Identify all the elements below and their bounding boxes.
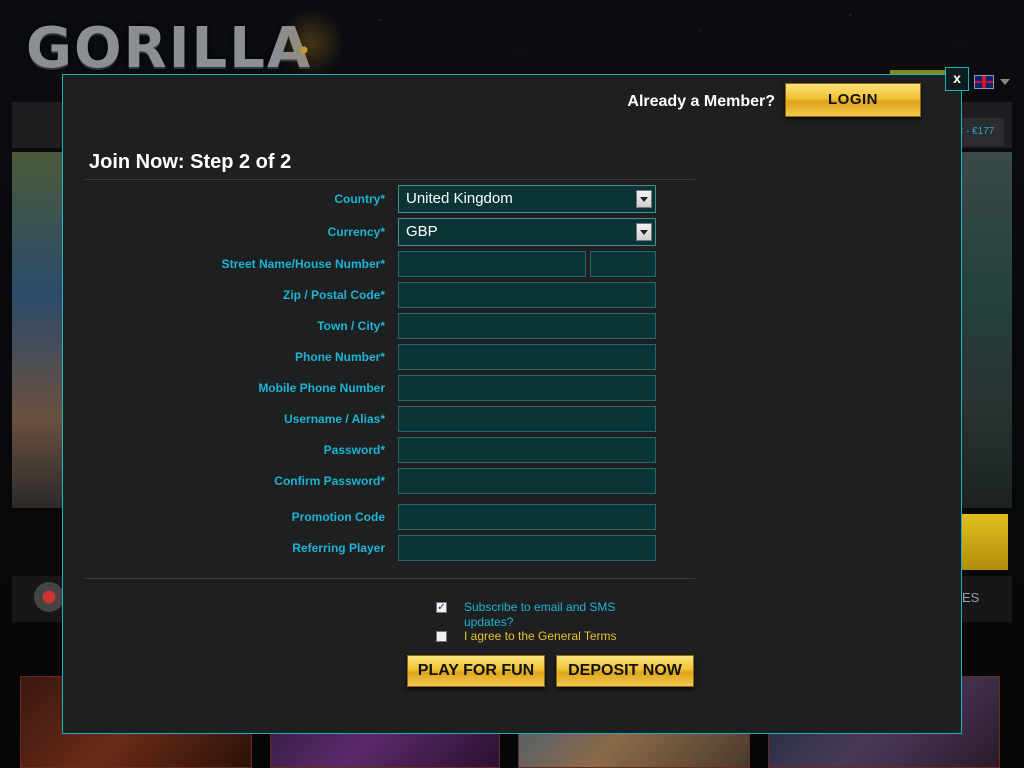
nav-category-label[interactable]: ES	[962, 590, 979, 605]
close-button[interactable]: x	[945, 67, 969, 91]
zip-input[interactable]	[398, 282, 656, 308]
deposit-now-button[interactable]: DEPOSIT NOW	[556, 655, 694, 687]
referring-player-input[interactable]	[398, 535, 656, 561]
currency-label: Currency*	[327, 225, 385, 239]
town-label: Town / City*	[317, 319, 385, 333]
promo-banner-right	[960, 152, 1012, 508]
divider	[85, 578, 695, 579]
logo-swirl-icon	[276, 8, 346, 78]
phone-label: Phone Number*	[294, 350, 385, 364]
town-input[interactable]	[398, 313, 656, 339]
username-input[interactable]	[398, 406, 656, 432]
zip-label: Zip / Postal Code*	[282, 288, 385, 302]
chevron-down-icon[interactable]	[636, 223, 652, 241]
uk-flag-icon	[974, 75, 994, 89]
slots-category-icon[interactable]	[34, 582, 64, 612]
registration-modal: Already a Member? LOGIN Join Now: Step 2…	[62, 74, 962, 734]
password-label: Password*	[323, 443, 385, 457]
phone-input[interactable]	[398, 344, 656, 370]
divider	[85, 179, 695, 180]
country-label: Country*	[334, 192, 385, 206]
username-label: Username / Alias*	[284, 412, 385, 426]
referring-label: Referring Player	[292, 541, 385, 555]
login-button[interactable]: LOGIN	[785, 83, 921, 117]
close-icon: x	[953, 70, 961, 86]
terms-checkbox[interactable]	[436, 631, 447, 642]
mobile-label: Mobile Phone Number	[258, 381, 385, 395]
promo-banner-left	[12, 152, 64, 508]
chevron-down-icon	[1000, 79, 1010, 85]
country-selected-value: United Kingdom	[406, 190, 513, 207]
street-name-input[interactable]	[398, 251, 586, 277]
subscribe-label[interactable]: Subscribe to email and SMS updates?	[464, 600, 634, 630]
promotion-label: Promotion Code	[291, 510, 385, 524]
already-member-label: Already a Member?	[627, 93, 775, 110]
currency-selected-value: GBP	[406, 223, 438, 240]
house-number-input[interactable]	[590, 251, 656, 277]
country-select[interactable]: United Kingdom	[398, 185, 656, 213]
mobile-input[interactable]	[398, 375, 656, 401]
password-input[interactable]	[398, 437, 656, 463]
promo-button-right[interactable]	[960, 514, 1008, 570]
currency-select[interactable]: GBP	[398, 218, 656, 246]
confirm-password-input[interactable]	[398, 468, 656, 494]
street-label: Street Name/House Number*	[221, 257, 385, 271]
chevron-down-icon[interactable]	[636, 190, 652, 208]
promotion-code-input[interactable]	[398, 504, 656, 530]
subscribe-checkbox[interactable]: ✓	[436, 602, 447, 613]
page-title: Join Now: Step 2 of 2	[89, 151, 292, 173]
play-for-fun-button[interactable]: PLAY FOR FUN	[407, 655, 545, 687]
logo-text: GORILLA	[26, 15, 313, 81]
terms-label[interactable]: I agree to the General Terms	[464, 629, 617, 643]
confirm-password-label: Confirm Password*	[274, 474, 385, 488]
